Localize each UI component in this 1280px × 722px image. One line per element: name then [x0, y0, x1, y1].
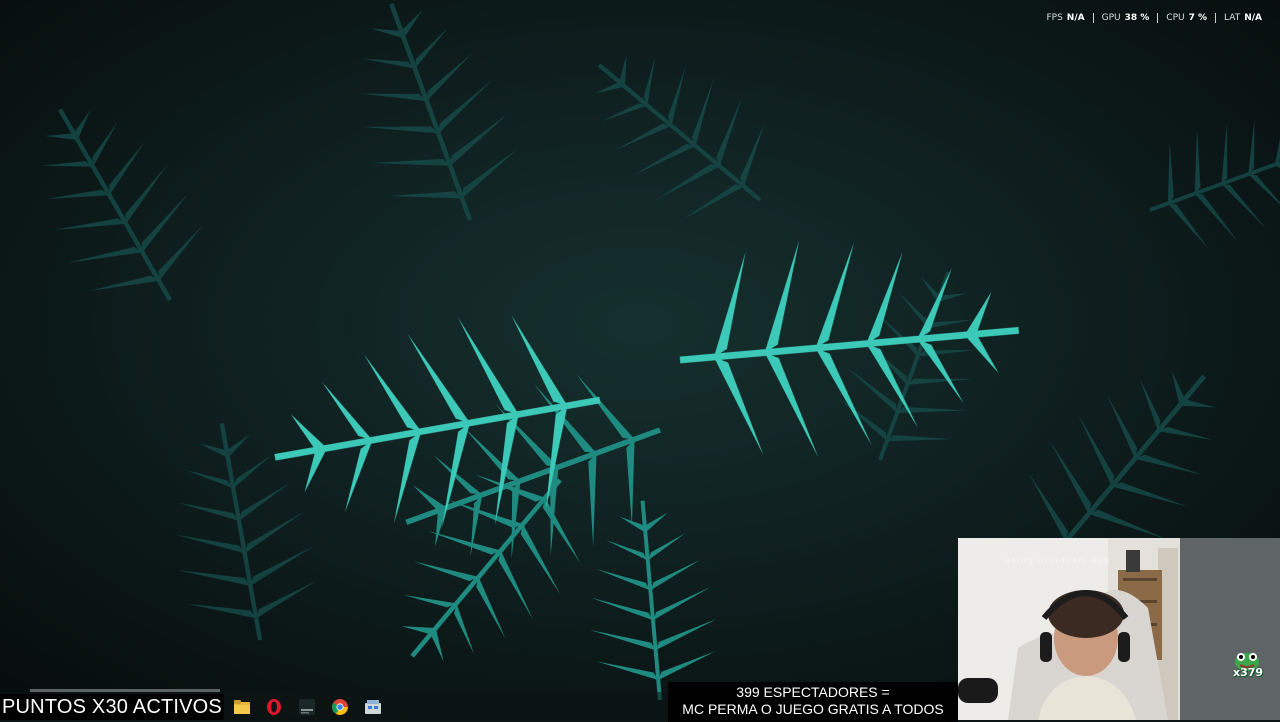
game-launcher-icon[interactable] — [296, 696, 318, 718]
opera-browser-icon[interactable] — [263, 696, 285, 718]
webcam-feed — [958, 538, 1280, 720]
performance-overlay: FPS N/A GPU 38 % CPU 7 % LAT N/A — [1038, 8, 1270, 28]
cpu-value: 7 % — [1188, 13, 1208, 23]
lat-stat: LAT N/A — [1215, 13, 1270, 23]
fps-label: FPS — [1046, 13, 1063, 23]
cpu-stat: CPU 7 % — [1157, 13, 1215, 23]
points-banner: PUNTOS X30 ACTIVOS — [0, 694, 224, 720]
webcam-scene — [958, 538, 1280, 720]
store-icon[interactable] — [362, 696, 384, 718]
file-explorer-icon[interactable] — [231, 696, 253, 718]
gpu-label: GPU — [1101, 13, 1121, 23]
fps-stat: FPS N/A — [1038, 13, 1092, 23]
chrome-icon[interactable] — [329, 696, 351, 718]
gpu-value: 38 % — [1124, 13, 1150, 23]
viewers-promo-text: MC PERMA O JUEGO GRATIS A TODOS — [682, 701, 944, 717]
webcam-watermark: using droidcam app — [1005, 556, 1111, 565]
cpu-label: CPU — [1166, 13, 1185, 23]
viewers-banner: 399 ESPECTADORES = MC PERMA O JUEGO GRAT… — [668, 682, 958, 722]
emote-count: x379 — [1233, 666, 1264, 679]
taskbar-divider — [30, 689, 220, 692]
viewers-count-text: 399 ESPECTADORES = — [736, 684, 890, 700]
fps-value: N/A — [1066, 13, 1085, 23]
gpu-stat: GPU 38 % — [1092, 13, 1158, 23]
lat-label: LAT — [1224, 13, 1241, 23]
lat-value: N/A — [1244, 13, 1262, 23]
